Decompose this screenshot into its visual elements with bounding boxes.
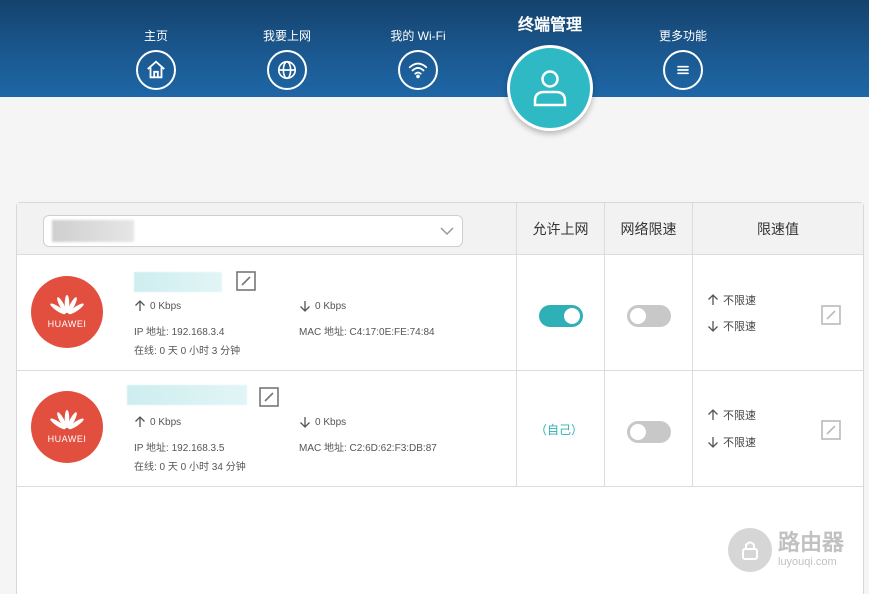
edit-name-icon[interactable] [258, 386, 280, 408]
user-icon [507, 45, 593, 131]
nav-label-wifi: 我的 Wi-Fi [390, 29, 446, 43]
globe-icon [267, 50, 307, 90]
device-name-blurred [127, 385, 247, 405]
huawei-logo: HUAWEI [31, 391, 103, 463]
lock-icon [728, 528, 772, 572]
select-value-blurred [52, 220, 134, 242]
online-duration: 在线: 0 天 0 小时 3 分钟 [134, 346, 241, 357]
nav-label-more: 更多功能 [658, 29, 707, 43]
ip-address: IP 地址: 192.168.3.5 [134, 443, 225, 454]
speed-limit-toggle[interactable] [627, 421, 671, 443]
header-speed-limit: 网络限速 [604, 203, 692, 255]
toggle-knob [630, 424, 646, 440]
nav-item-internet[interactable]: 我要上网 [237, 28, 337, 90]
download-limit: 不限速 [707, 434, 756, 450]
nav-item-more[interactable]: 更多功能 [633, 28, 733, 90]
edit-limit-icon[interactable] [820, 304, 842, 326]
download-rate: 0 Kbps [299, 416, 346, 428]
watermark-title: 路由器 [778, 530, 845, 555]
upload-rate: 0 Kbps [134, 416, 181, 428]
brand-label: HUAWEI [47, 319, 87, 329]
arrow-down-icon [300, 301, 310, 312]
home-icon [136, 50, 176, 90]
table-row: HUAWEI 0 Kbps 0 Kbps IP 地址: 192.168.3.4 … [17, 255, 863, 371]
top-nav-bar: 主页 我要上网 我的 Wi-Fi 更多功能 [0, 0, 869, 97]
arrow-up-icon [708, 409, 718, 420]
nav-label-device-management: 终端管理 [517, 17, 582, 34]
limit-value-cell: 不限速 不限速 [692, 255, 863, 370]
edit-limit-icon[interactable] [820, 419, 842, 441]
download-rate-value: 0 Kbps [315, 300, 347, 312]
brand-label: HUAWEI [47, 434, 87, 444]
download-limit-value: 不限速 [723, 321, 756, 333]
download-limit: 不限速 [707, 318, 756, 334]
huawei-petals-icon [50, 295, 84, 315]
huawei-logo: HUAWEI [31, 276, 103, 348]
arrow-up-icon [135, 416, 145, 427]
upload-rate-value: 0 Kbps [150, 300, 182, 312]
nav-label-internet: 我要上网 [262, 29, 311, 43]
allow-internet-cell [516, 255, 604, 370]
header-limit-value: 限速值 [692, 203, 863, 255]
upload-limit-value: 不限速 [723, 410, 756, 422]
online-duration: 在线: 0 天 0 小时 34 分钟 [134, 462, 246, 473]
menu-icon [663, 50, 703, 90]
speed-limit-toggle[interactable] [627, 305, 671, 327]
wifi-icon [398, 50, 438, 90]
upload-limit-value: 不限速 [723, 295, 756, 307]
nav-item-device-management[interactable]: 终端管理 [500, 14, 600, 131]
mac-address: MAC 地址: C4:17:0E:FE:74:84 [299, 327, 435, 338]
arrow-up-icon [135, 300, 145, 311]
allow-internet-toggle[interactable] [539, 305, 583, 327]
arrow-down-icon [708, 321, 718, 332]
nav-item-home[interactable]: 主页 [106, 28, 206, 90]
ip-address: IP 地址: 192.168.3.4 [134, 327, 225, 338]
limit-value-cell: 不限速 不限速 [692, 371, 863, 486]
speed-limit-cell [604, 371, 692, 486]
upload-rate: 0 Kbps [134, 300, 181, 312]
toggle-knob [630, 308, 646, 324]
huawei-petals-icon [50, 410, 84, 430]
device-name-blurred [134, 272, 222, 292]
device-filter-select[interactable] [43, 215, 463, 247]
download-rate-value: 0 Kbps [315, 416, 347, 428]
upload-limit: 不限速 [707, 407, 756, 423]
download-limit-value: 不限速 [723, 437, 756, 449]
edit-name-icon[interactable] [235, 270, 257, 292]
download-rate: 0 Kbps [299, 300, 346, 312]
arrow-down-icon [708, 437, 718, 448]
nav-item-wifi[interactable]: 我的 Wi-Fi [368, 28, 468, 90]
table-row: HUAWEI 0 Kbps 0 Kbps IP 地址: 192.168.3.5 … [17, 371, 863, 487]
arrow-up-icon [708, 294, 718, 305]
arrow-down-icon [300, 417, 310, 428]
nav-label-home: 主页 [143, 29, 168, 43]
self-device-label: （自己） [535, 423, 584, 437]
upload-rate-value: 0 Kbps [150, 416, 182, 428]
chevron-down-icon [440, 227, 454, 236]
table-header: 允许上网 网络限速 限速值 [17, 203, 863, 255]
allow-internet-cell: （自己） [516, 371, 604, 486]
speed-limit-cell [604, 255, 692, 370]
header-allow-internet: 允许上网 [516, 203, 604, 255]
toggle-knob [564, 308, 580, 324]
upload-limit: 不限速 [707, 292, 756, 308]
watermark: 路由器 luyouqi.com [728, 528, 844, 572]
watermark-subtitle: luyouqi.com [778, 556, 837, 568]
mac-address: MAC 地址: C2:6D:62:F3:DB:87 [299, 443, 437, 454]
